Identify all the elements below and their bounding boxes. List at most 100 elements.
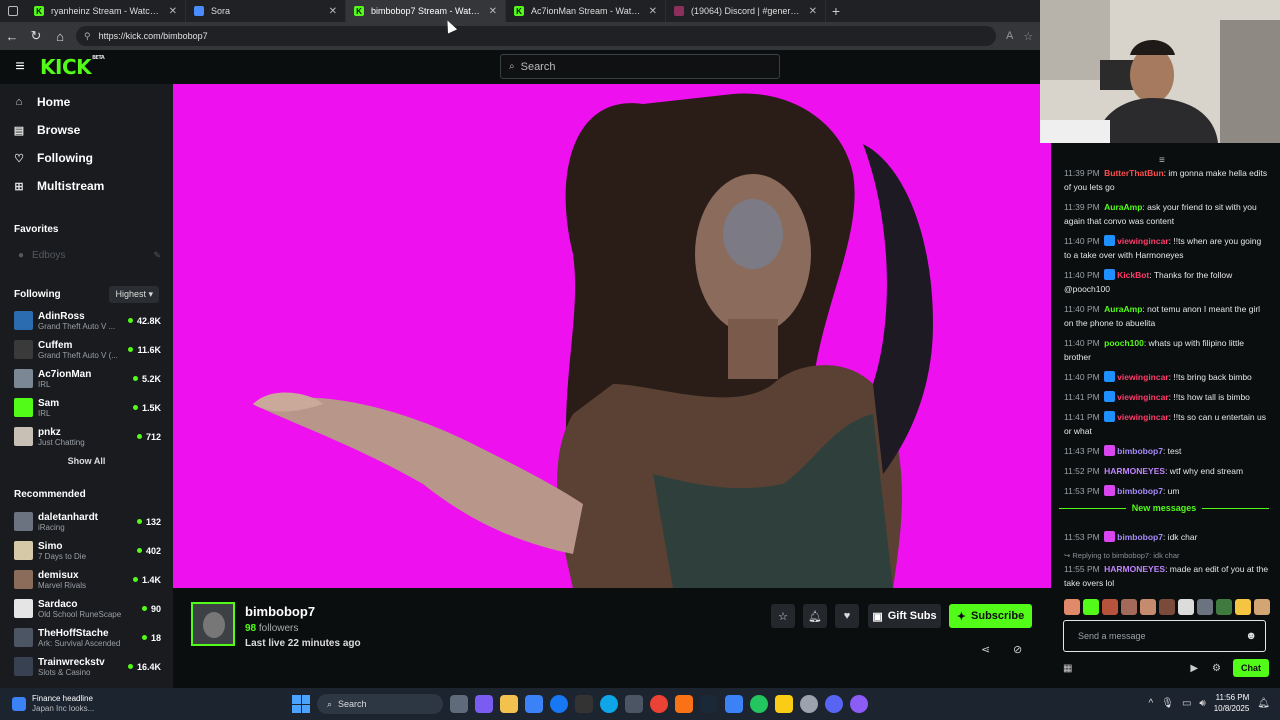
clock[interactable]: 11:56 PM 10/8/2025 xyxy=(1214,692,1250,714)
unpin-icon[interactable]: ✎ xyxy=(153,250,161,261)
emote-icon[interactable] xyxy=(1121,599,1137,615)
sidebar-channel-item[interactable]: daletanhardt iRacing 132 xyxy=(0,507,173,536)
chat-username[interactable]: AuraAmp xyxy=(1104,304,1142,314)
chat-username[interactable]: bimbobop7 xyxy=(1117,446,1163,456)
chrome-icon[interactable] xyxy=(650,695,668,713)
chat-username[interactable]: KickBot xyxy=(1117,270,1149,280)
share-icon[interactable]: ⋖ xyxy=(981,643,990,656)
speaker-icon[interactable]: 🔊︎ xyxy=(1199,698,1205,709)
streamer-name[interactable]: bimbobop7 xyxy=(245,604,315,619)
hide-icon[interactable]: ⊘ xyxy=(1013,643,1022,656)
emote-icon[interactable] xyxy=(1102,599,1118,615)
reply-context[interactable]: ↪ Replying to bimbobop7: idk char xyxy=(1064,550,1269,562)
chat-username[interactable]: viewingincar xyxy=(1117,372,1169,382)
start-button[interactable] xyxy=(292,695,310,713)
send-chat-button[interactable]: Chat xyxy=(1233,659,1269,677)
tab-ryanheinz[interactable]: K ryanheinz Stream - Watch Li ✕ xyxy=(26,0,186,22)
tab-discord[interactable]: (19064) Discord | #general | Harm ✕ xyxy=(666,0,826,22)
sidebar-item-browse[interactable]: ▤ Browse xyxy=(0,116,173,144)
chat-username[interactable]: bimbobop7 xyxy=(1117,486,1163,496)
chat-username[interactable]: AuraAmp xyxy=(1104,202,1142,212)
store-icon[interactable]: ▦ xyxy=(1063,663,1072,674)
close-tab-icon[interactable]: ✕ xyxy=(649,6,657,17)
site-info-icon[interactable]: ⚲ xyxy=(84,31,91,42)
show-all-button[interactable]: Show All xyxy=(0,451,173,471)
home-nav-icon[interactable]: ⌂ xyxy=(48,29,72,44)
chat-username[interactable]: HARMONEYES xyxy=(1104,564,1165,574)
new-tab-button[interactable]: + xyxy=(826,3,846,19)
sidebar-channel-item[interactable]: pnkz Just Chatting 712 xyxy=(0,422,173,451)
sidebar-channel-item[interactable]: Simo 7 Days to Die 402 xyxy=(0,536,173,565)
sidebar-item-following[interactable]: ♡ Following xyxy=(0,144,173,172)
sidebar-channel-item[interactable]: AdinRoss Grand Theft Auto V ... 42.8K xyxy=(0,306,173,335)
emote-icon[interactable] xyxy=(1254,599,1270,615)
chat-username[interactable]: viewingincar xyxy=(1117,392,1169,402)
obs-icon[interactable] xyxy=(800,695,818,713)
news-widget[interactable]: Finance headline Japan Inc looks... xyxy=(12,694,132,714)
copilot-icon[interactable] xyxy=(475,695,493,713)
tab-ac7ionman[interactable]: K Ac7ionMan Stream - Watch Live ✕ xyxy=(506,0,666,22)
chat-username[interactable]: HARMONEYES xyxy=(1104,466,1165,476)
emote-icon[interactable] xyxy=(1235,599,1251,615)
tab-bimbobop7[interactable]: K bimbobop7 Stream - Watch Live ✕ xyxy=(346,0,506,22)
emoji-picker-icon[interactable]: ☻ xyxy=(1245,630,1257,642)
chat-username[interactable]: bimbobop7 xyxy=(1117,532,1163,542)
assistant-icon[interactable] xyxy=(850,695,868,713)
taskbar-search[interactable]: ⌕ Search xyxy=(317,694,443,714)
emote-icon[interactable] xyxy=(1064,599,1080,615)
favorite-star-button[interactable]: ☆ xyxy=(771,604,795,628)
chat-message-input[interactable]: Send a message ☻ xyxy=(1063,620,1266,652)
microphone-icon[interactable]: 🎙︎ xyxy=(1161,698,1174,709)
video-player[interactable] xyxy=(173,84,1051,588)
chat-username[interactable]: pooch100 xyxy=(1104,338,1144,348)
emote-icon[interactable] xyxy=(1140,599,1156,615)
sidebar-channel-item[interactable]: TheHoffStache Ark: Survival Ascended 18 xyxy=(0,623,173,652)
pinned-message-icon[interactable]: ≡ xyxy=(1159,155,1165,166)
edge-browser-icon[interactable] xyxy=(600,695,618,713)
tab-sora[interactable]: Sora ✕ xyxy=(186,0,346,22)
store-app-icon[interactable] xyxy=(525,695,543,713)
chat-username[interactable]: viewingincar xyxy=(1117,412,1169,422)
window-menu-icon[interactable] xyxy=(0,0,26,22)
emote-icon[interactable] xyxy=(1197,599,1213,615)
sidebar-channel-item[interactable]: Sam IRL 1.5K xyxy=(0,393,173,422)
gift-subs-button[interactable]: ▣ Gift Subs xyxy=(868,604,941,628)
chevron-up-icon[interactable]: ^ xyxy=(1149,698,1154,709)
steam-icon[interactable] xyxy=(700,695,718,713)
sidebar-item-multistream[interactable]: ⊞ Multistream xyxy=(0,172,173,200)
amazon-icon[interactable] xyxy=(575,695,593,713)
task-view-icon[interactable] xyxy=(450,695,468,713)
notes-icon[interactable] xyxy=(775,695,793,713)
notification-icon[interactable]: 🔔︎ xyxy=(1257,698,1270,709)
emote-icon[interactable] xyxy=(1216,599,1232,615)
vlc-icon[interactable] xyxy=(675,695,693,713)
streamer-avatar[interactable] xyxy=(191,602,235,646)
sidebar-channel-item[interactable]: Sardaco Old School RuneScape 90 xyxy=(0,594,173,623)
notification-bell-button[interactable]: 🔔︎ xyxy=(803,604,827,628)
favorite-item[interactable]: ● Edboys ✎ xyxy=(0,244,173,266)
discord-icon[interactable] xyxy=(825,695,843,713)
chat-username[interactable]: ButterThatBun xyxy=(1104,168,1164,178)
sidebar-channel-item[interactable]: Cuffem Grand Theft Auto V (... 11.6K xyxy=(0,335,173,364)
sidebar-item-home[interactable]: ⌂ Home xyxy=(0,88,173,116)
follow-heart-button[interactable]: ♥ xyxy=(835,604,859,628)
url-field[interactable]: ⚲ https://kick.com/bimbobop7 xyxy=(76,26,996,46)
sidebar-channel-item[interactable]: demisux Marvel Rivals 1.4K xyxy=(0,565,173,594)
bookmark-star-icon[interactable]: ☆ xyxy=(1023,30,1033,43)
read-aloud-icon[interactable]: A xyxy=(1006,30,1013,43)
emote-icon[interactable] xyxy=(1159,599,1175,615)
emote-icon[interactable] xyxy=(1083,599,1099,615)
new-messages-divider[interactable]: New messages xyxy=(1059,503,1269,520)
refresh-icon[interactable]: ↻ xyxy=(24,28,48,44)
close-tab-icon[interactable]: ✕ xyxy=(169,6,177,17)
calculator-icon[interactable] xyxy=(625,695,643,713)
sidebar-channel-item[interactable]: Trainwreckstv Slots & Casino 16.4K xyxy=(0,652,173,681)
emote-icon[interactable] xyxy=(1178,599,1194,615)
close-tab-icon[interactable]: ✕ xyxy=(489,6,497,17)
app-icon[interactable] xyxy=(725,695,743,713)
search-input[interactable]: ⌕ Search xyxy=(500,54,780,79)
sort-dropdown[interactable]: Highest ▾ xyxy=(109,285,159,303)
commands-icon[interactable]: ▶ xyxy=(1190,663,1198,674)
chat-username[interactable]: viewingincar xyxy=(1117,236,1169,246)
back-icon[interactable]: ← xyxy=(0,29,24,44)
